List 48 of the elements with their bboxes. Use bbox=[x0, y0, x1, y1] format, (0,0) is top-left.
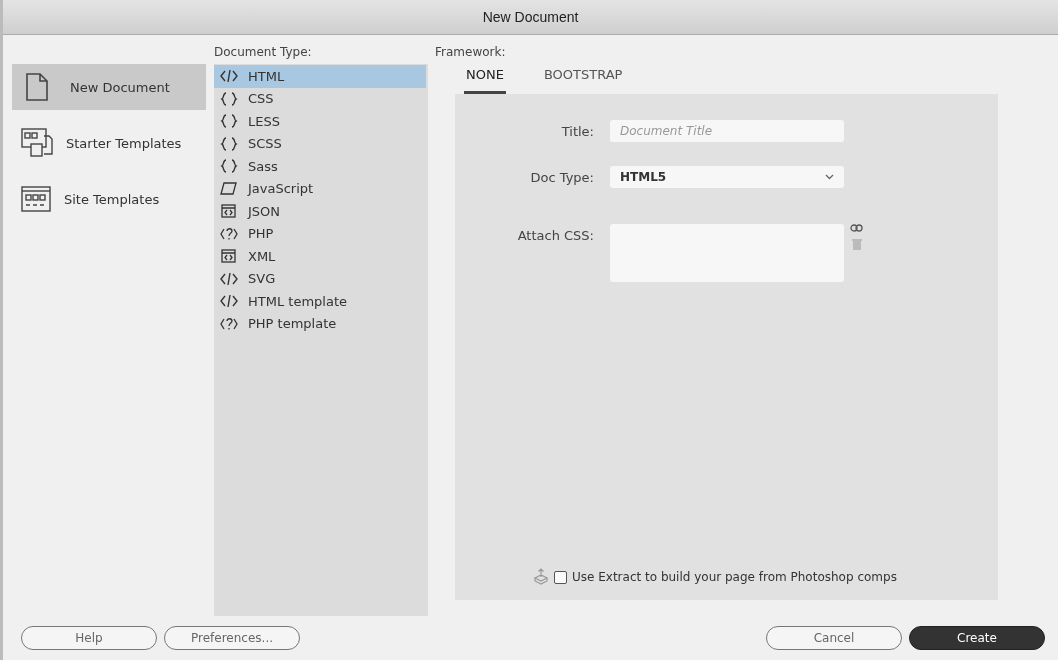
document-type-item[interactable]: CSS bbox=[214, 87, 428, 110]
document-type-item[interactable]: PHP template bbox=[214, 312, 428, 335]
field-label: Attach CSS: bbox=[516, 227, 595, 243]
checkbox-label: Use Extract to build your page from Photoshop comps bbox=[572, 570, 897, 584]
code-box-icon bbox=[220, 204, 238, 219]
sidebar-item[interactable]: New Document bbox=[12, 64, 206, 110]
chevron-down-icon bbox=[825, 174, 834, 180]
braces-icon bbox=[220, 114, 238, 129]
dialog-button[interactable]: Preferences... bbox=[164, 626, 300, 650]
document-type-item[interactable]: SCSS bbox=[214, 132, 428, 155]
sidebar-item[interactable]: Site Templates bbox=[12, 176, 206, 222]
document-icon bbox=[24, 72, 50, 102]
dialog-button[interactable]: Help bbox=[21, 626, 157, 650]
document-type-item[interactable]: JSON bbox=[214, 200, 428, 223]
title-field[interactable]: Document Title bbox=[610, 120, 844, 142]
extract-icon bbox=[533, 568, 549, 586]
document-type-item[interactable]: PHP bbox=[214, 222, 428, 245]
code-tag-icon bbox=[220, 69, 238, 84]
braces-icon bbox=[220, 91, 238, 106]
braces-icon bbox=[220, 159, 238, 174]
dialog-button[interactable]: Cancel bbox=[766, 626, 902, 650]
section-label: Document Type: bbox=[214, 44, 313, 61]
code-box-icon bbox=[220, 249, 238, 264]
document-type-item[interactable]: HTML bbox=[214, 65, 426, 88]
framework-tab[interactable]: BOOTSTRAP bbox=[541, 64, 625, 94]
checkbox[interactable] bbox=[554, 570, 567, 584]
document-type-item[interactable]: SVG bbox=[214, 267, 428, 290]
doc-type-dropdown[interactable]: HTML5 bbox=[610, 166, 844, 188]
link-icon[interactable] bbox=[850, 224, 863, 232]
dialog-button[interactable]: Create bbox=[909, 626, 1045, 650]
braces-icon bbox=[220, 136, 238, 151]
section-label: Framework: bbox=[435, 44, 507, 61]
sidebar-item[interactable]: Starter Templates bbox=[12, 120, 206, 166]
templates-icon bbox=[20, 127, 54, 159]
scroll-icon bbox=[220, 181, 238, 196]
document-type-item[interactable]: LESS bbox=[214, 110, 428, 133]
code-tag-icon bbox=[220, 271, 238, 286]
site-template-icon bbox=[20, 185, 52, 213]
document-type-item[interactable]: XML bbox=[214, 245, 428, 268]
document-type-item[interactable]: Sass bbox=[214, 155, 428, 178]
code-tag-icon bbox=[220, 294, 238, 309]
document-type-item[interactable]: JavaScript bbox=[214, 177, 428, 200]
field-label: Title: bbox=[560, 123, 595, 139]
php-tag-icon bbox=[220, 316, 238, 331]
document-type-item[interactable]: HTML template bbox=[214, 290, 428, 313]
php-tag-icon bbox=[220, 226, 238, 241]
field-label: Doc Type: bbox=[529, 169, 595, 185]
window-title: New Document bbox=[482, 9, 579, 25]
